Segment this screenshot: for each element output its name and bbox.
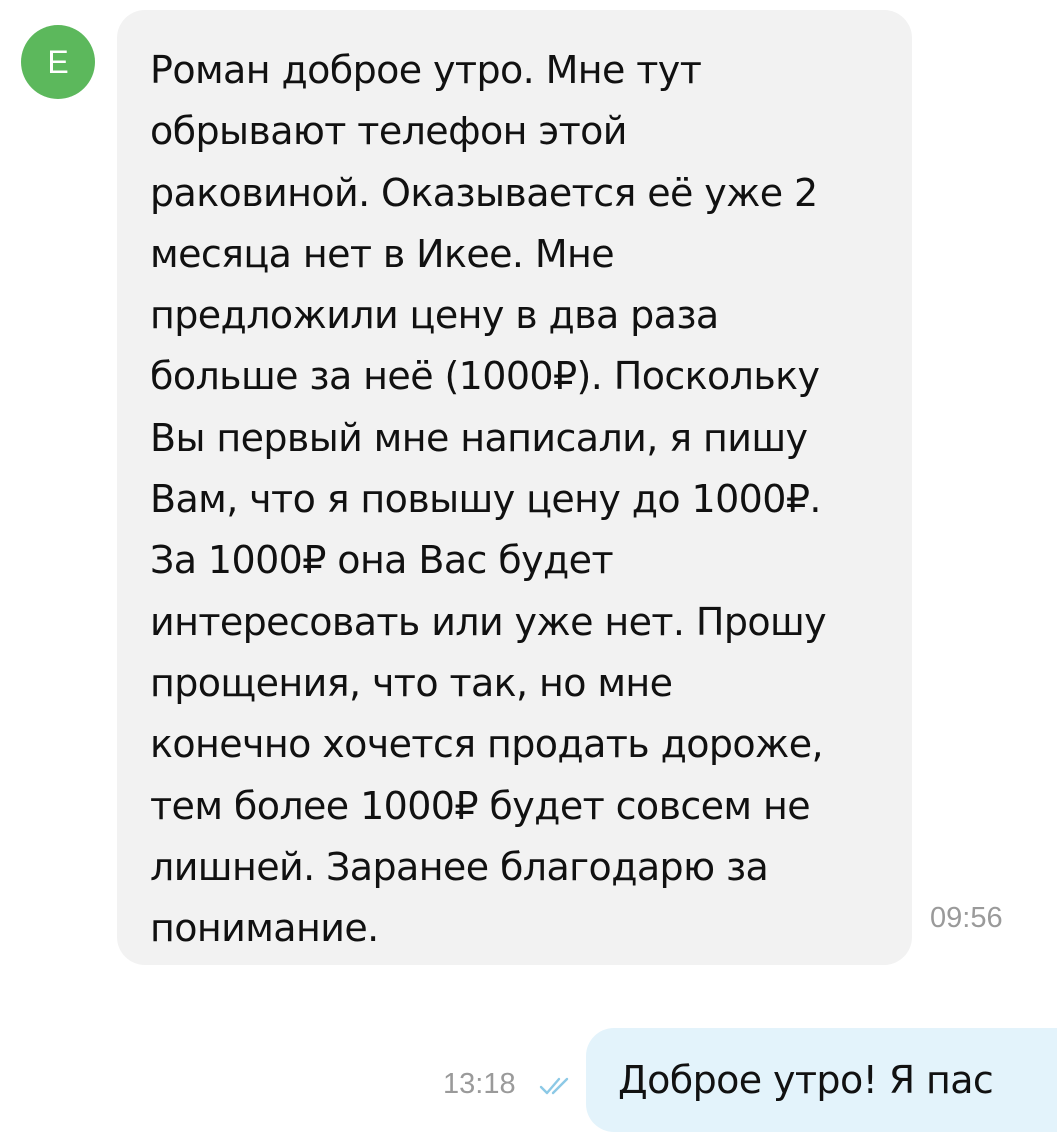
outgoing-message-bubble[interactable]: Доброе утро! Я пас <box>586 1028 1057 1132</box>
double-check-icon <box>539 1077 569 1095</box>
avatar[interactable]: E <box>21 25 95 99</box>
incoming-message-time: 09:56 <box>930 902 1003 934</box>
avatar-letter: E <box>47 43 69 80</box>
incoming-message-bubble[interactable]: Роман доброе утро. Мне тут обрывают теле… <box>117 10 912 965</box>
incoming-message-text: Роман доброе утро. Мне тут обрывают теле… <box>150 48 827 951</box>
outgoing-message-text: Доброе утро! Я пас <box>618 1058 994 1102</box>
outgoing-message-time: 13:18 <box>443 1068 516 1100</box>
